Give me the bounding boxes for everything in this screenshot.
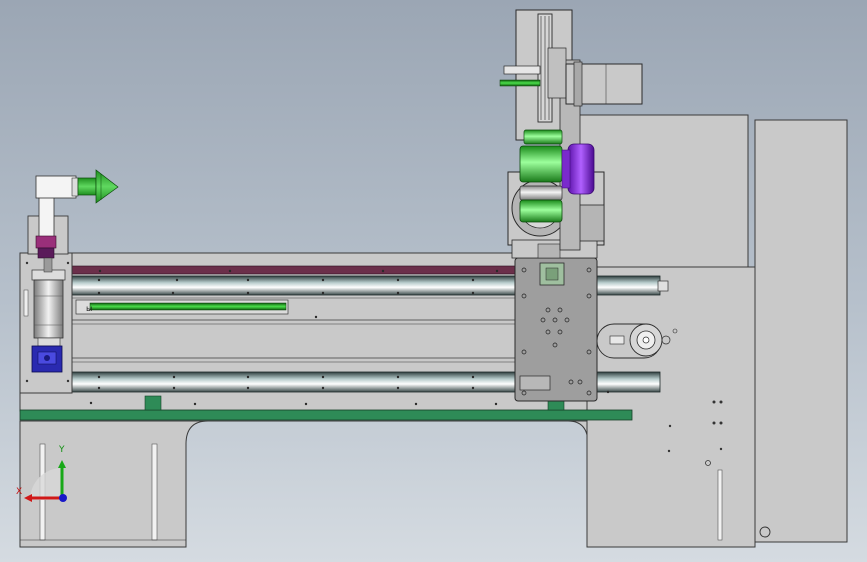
green-cone-tip[interactable] bbox=[77, 169, 119, 204]
cad-viewport[interactable]: ы X Y bbox=[0, 0, 867, 562]
green-base-beam[interactable] bbox=[19, 409, 633, 421]
svg-text:ы: ы bbox=[86, 304, 92, 313]
carriage-plate[interactable] bbox=[514, 257, 598, 402]
purple-drive-roller[interactable] bbox=[561, 143, 595, 195]
drive-motor[interactable] bbox=[565, 61, 643, 107]
x-axis-label: X bbox=[16, 487, 22, 497]
y-axis-label: Y bbox=[58, 445, 65, 455]
green-foot-block bbox=[144, 395, 162, 411]
maroon-guide-strip bbox=[71, 265, 588, 275]
blue-clamp-block[interactable] bbox=[31, 345, 63, 373]
lathe-assembly-model[interactable]: ы X Y bbox=[0, 0, 867, 562]
green-rod[interactable]: ы bbox=[75, 299, 289, 315]
feed-rollers[interactable] bbox=[519, 129, 563, 223]
pneumatic-cylinder[interactable] bbox=[31, 269, 66, 347]
